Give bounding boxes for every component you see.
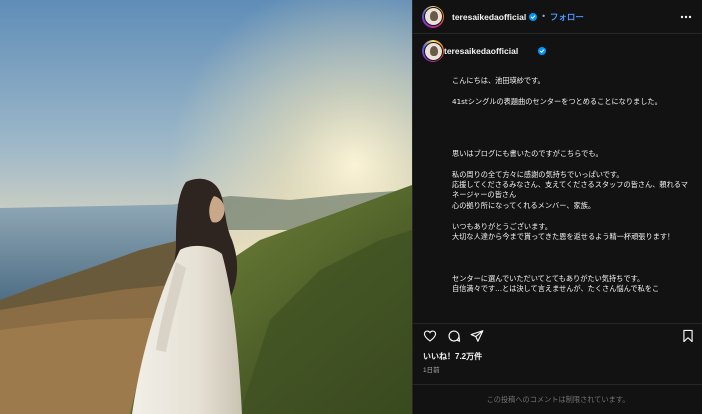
- action-bar: [413, 323, 702, 347]
- more-horizontal-icon: [680, 15, 692, 19]
- follow-button[interactable]: フォロー: [550, 11, 584, 23]
- likes-count[interactable]: いいね！7.2万件: [423, 351, 482, 362]
- heart-icon[interactable]: [423, 329, 437, 343]
- avatar[interactable]: [422, 5, 444, 28]
- post-date[interactable]: 1日前: [423, 364, 440, 374]
- caption-username[interactable]: teresaikedaofficial: [444, 46, 518, 56]
- username-link[interactable]: teresaikedaofficial: [452, 12, 526, 22]
- comments-restricted-notice: この投稿へのコメントは制限されています。: [413, 384, 702, 414]
- post-photo[interactable]: [0, 0, 412, 414]
- bookmark-icon[interactable]: [681, 329, 695, 343]
- more-options-button[interactable]: [679, 10, 693, 24]
- caption-avatar[interactable]: [422, 40, 444, 62]
- avatar-image: [423, 41, 443, 61]
- caption-section: teresaikedaofficial こんにちは、池田瑛紗です。 41stシン…: [413, 38, 702, 328]
- comment-icon[interactable]: [447, 329, 461, 343]
- share-icon[interactable]: [470, 329, 484, 343]
- verified-badge-icon: [538, 47, 546, 55]
- post-side-panel: teresaikedaofficial • フォロー teresaikedaof…: [412, 0, 702, 414]
- verified-badge-icon: [529, 12, 538, 21]
- post-header: teresaikedaofficial • フォロー: [413, 0, 702, 34]
- instagram-post-window: teresaikedaofficial • フォロー teresaikedaof…: [0, 0, 702, 414]
- separator-dot: •: [541, 12, 546, 21]
- avatar-image: [423, 7, 443, 26]
- caption-text: こんにちは、池田瑛紗です。 41stシングルの表題曲のセンターをつとめることにな…: [452, 76, 688, 294]
- seaside-cliff-photo: [0, 0, 412, 414]
